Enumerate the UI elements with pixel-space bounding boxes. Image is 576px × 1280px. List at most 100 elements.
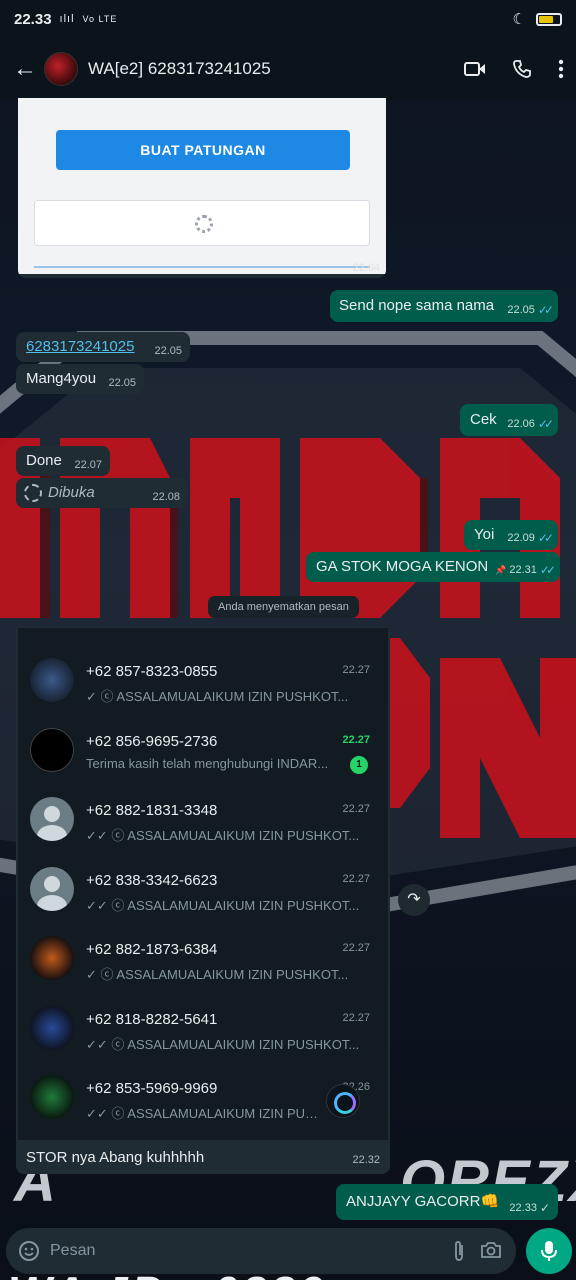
message-bubble-out[interactable]: Send nope sama nama 22.05 ✓✓ — [330, 290, 558, 322]
message-time: 22.04 — [352, 262, 380, 274]
message-bubble-in[interactable]: 6283173241025 22.05 — [16, 332, 190, 362]
more-options-icon[interactable] — [558, 59, 564, 79]
moon-icon: ☾ — [512, 11, 526, 28]
avatar — [30, 658, 74, 702]
message-time: 22.08 — [152, 491, 180, 503]
unread-badge: 1 — [350, 756, 368, 774]
chat-list-row: +62 882-1831-3348 22.27 ✓✓ ⓒ ASSALAMUALA… — [18, 785, 388, 855]
message-time: 22.05 — [108, 377, 136, 389]
message-text: Cek — [470, 411, 497, 428]
phone-link[interactable]: 6283173241025 — [26, 338, 134, 355]
chat-time: 22.27 — [342, 1012, 370, 1024]
sent-tick-icon: ✓ — [539, 1201, 550, 1215]
message-time: 22.09 — [507, 532, 535, 544]
contact-title[interactable]: WA[e2] 6283173241025 — [88, 59, 271, 79]
message-text: Mang4you — [26, 370, 97, 387]
message-bubble-out[interactable]: Cek 22.06 ✓✓ — [460, 404, 558, 436]
message-text: ANJJAYY GACORR👊 — [346, 1193, 500, 1210]
media-message[interactable]: BUAT PATUNGAN 22.04 — [18, 98, 386, 278]
read-ticks-icon: ✓✓ — [539, 563, 556, 577]
back-arrow-icon[interactable]: ← — [12, 55, 38, 83]
message-bubble-out[interactable]: GA STOK MOGA KENON 📌 22.31 ✓✓ — [306, 552, 560, 582]
message-bubble-in[interactable]: Mang4you 22.05 — [16, 364, 144, 394]
chat-header: ← WA[e2] 6283173241025 — [0, 38, 576, 100]
chat-time: 22.27 — [342, 942, 370, 954]
read-ticks-icon: ✓✓ — [537, 531, 554, 545]
camera-icon[interactable] — [480, 1240, 502, 1260]
buat-patungan-button: BUAT PATUNGAN — [56, 130, 350, 170]
message-composer: Pesan — [6, 1228, 516, 1274]
chat-screen: A OREZX WA JP : 0889- 22.33 ılıl Vo LTE … — [0, 0, 576, 1280]
message-bubble-out[interactable]: Yoi 22.09 ✓✓ — [464, 520, 558, 550]
meta-ai-icon — [326, 1084, 360, 1118]
message-text: Yoi — [474, 526, 495, 543]
chat-time: 22.27 — [342, 664, 370, 676]
message-text: Done — [26, 452, 62, 469]
chat-list-row: +62 838-3342-6623 22.27 ✓✓ ⓒ ASSALAMUALA… — [18, 855, 388, 925]
chat-preview: ✓✓ ⓒ ASSALAMUALAIKUM IZIN PUSHKOT... — [86, 1037, 360, 1052]
contact-avatar[interactable] — [44, 52, 78, 86]
chat-list-row: +62 882-1873-6384 22.27 ✓ ⓒ ASSALAMUALAI… — [18, 924, 388, 994]
message-time: 22.05 — [507, 304, 535, 316]
forward-icon[interactable]: ↷ — [398, 884, 430, 916]
message-bubble-out[interactable]: ANJJAYY GACORR👊 22.33 ✓ — [336, 1184, 558, 1220]
avatar — [30, 1006, 74, 1050]
image-caption: STOR nya Abang kuhhhhh — [26, 1149, 205, 1166]
message-time: 22.07 — [74, 459, 102, 471]
chat-preview: ✓ ⓒ ASSALAMUALAIKUM IZIN PUSHKOT... — [86, 689, 349, 704]
message-text: GA STOK MOGA KENON — [316, 558, 489, 575]
message-text: Dibuka — [48, 484, 95, 501]
message-time: 22.33 — [509, 1202, 537, 1214]
message-time: 22.06 — [507, 418, 535, 430]
divider — [34, 266, 370, 268]
lte-icon: Vo LTE — [82, 14, 118, 24]
battery-icon — [536, 12, 562, 26]
media-preview: BUAT PATUNGAN — [18, 98, 386, 274]
message-input[interactable]: Pesan — [50, 1242, 95, 1260]
status-time: 22.33 — [14, 10, 52, 28]
default-avatar-icon — [30, 797, 74, 841]
emoji-icon[interactable] — [18, 1240, 40, 1262]
chat-list-screenshot: +62 857-8323-0855 22.27 ✓ ⓒ ASSALAMUALAI… — [18, 628, 388, 1140]
message-time: 22.31 — [509, 564, 537, 576]
view-once-message[interactable]: Dibuka 22.08 — [16, 478, 188, 508]
chat-preview: Terima kasih telah menghubungi INDAR... — [86, 756, 329, 771]
chat-name: +62 853-5969-9969 — [86, 1080, 218, 1097]
chat-time: 22.27 — [342, 873, 370, 885]
attach-icon[interactable] — [452, 1240, 466, 1262]
chat-name: +62 818-8282-5641 — [86, 1011, 218, 1028]
default-avatar-icon — [30, 867, 74, 911]
view-once-icon — [24, 484, 42, 502]
chat-preview: ✓✓ ⓒ ASSALAMUALAIKUM IZIN PUSHKOT... — [86, 898, 360, 913]
read-ticks-icon: ✓✓ — [537, 303, 554, 317]
video-call-icon[interactable] — [464, 61, 486, 77]
read-ticks-icon: ✓✓ — [537, 417, 554, 431]
chat-list-row: +62 856-9695-2736 22.27 Terima kasih tel… — [18, 716, 388, 786]
message-time: 22.05 — [154, 345, 182, 357]
signal-icon: ılıl — [59, 13, 75, 25]
chat-preview: ✓✓ ⓒ ASSALAMUALAIKUM IZIN PUSHKOT... — [86, 828, 360, 843]
message-text: Send nope sama nama — [339, 297, 495, 314]
chat-preview: ✓ ⓒ ASSALAMUALAIKUM IZIN PUSHKOT... — [86, 967, 349, 982]
avatar — [30, 936, 74, 980]
chat-time: 22.27 — [342, 734, 370, 746]
chat-preview: ✓✓ ⓒ ASSALAMUALAIKUM IZIN PUSHKOT... — [86, 1106, 326, 1121]
message-bubble-in[interactable]: Done 22.07 — [16, 446, 110, 476]
microphone-icon — [541, 1241, 557, 1261]
loading-box — [34, 200, 370, 246]
status-bar: 22.33 ılıl Vo LTE ☾ — [0, 0, 576, 38]
avatar — [30, 728, 74, 772]
chat-time: 22.27 — [342, 803, 370, 815]
pinned-notice: Anda menyematkan pesan — [208, 596, 359, 618]
chat-name: +62 838-3342-6623 — [86, 872, 218, 889]
chat-name: +62 856-9695-2736 — [86, 733, 218, 750]
message-time: 22.32 — [352, 1154, 380, 1166]
mic-button[interactable] — [526, 1228, 572, 1274]
loading-spinner-icon — [195, 215, 213, 233]
avatar — [30, 1075, 74, 1119]
image-message[interactable]: +62 857-8323-0855 22.27 ✓ ⓒ ASSALAMUALAI… — [16, 626, 390, 1174]
chat-name: +62 857-8323-0855 — [86, 663, 218, 680]
chat-name: +62 882-1831-3348 — [86, 802, 218, 819]
voice-call-icon[interactable] — [512, 59, 532, 79]
chat-name: +62 882-1873-6384 — [86, 941, 218, 958]
